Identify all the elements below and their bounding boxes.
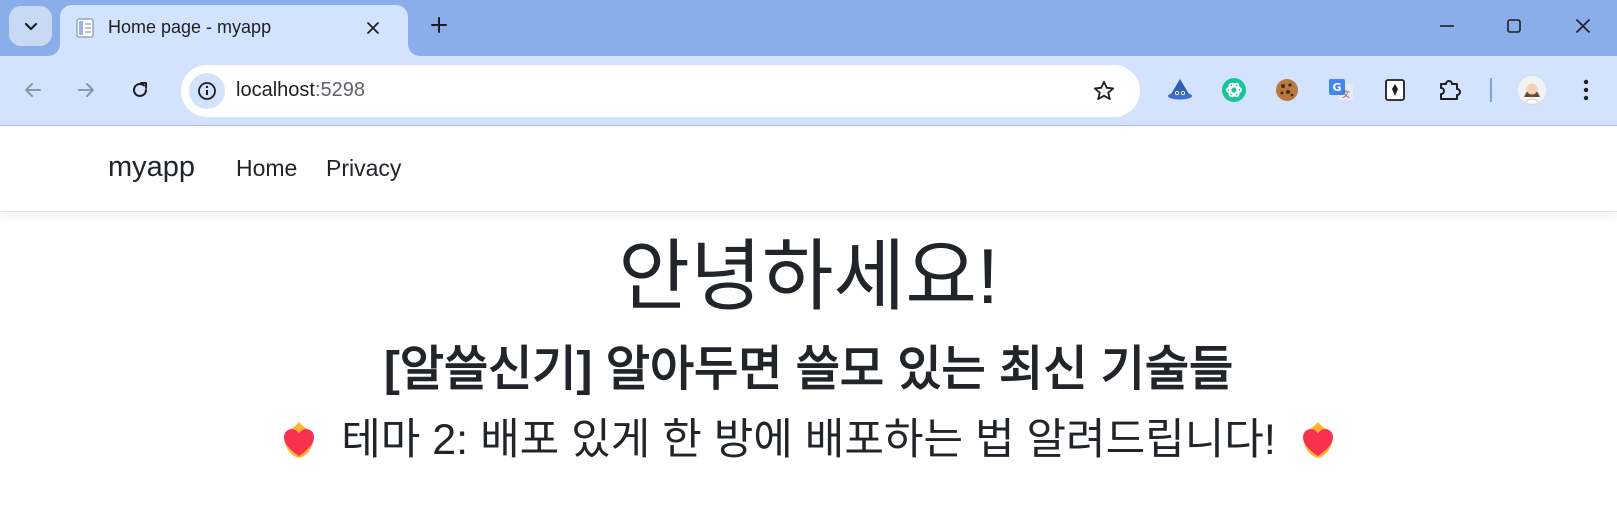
heart-on-fire-icon — [1302, 422, 1333, 458]
page-subheading: [알쓸신기] 알아두면 쓸모 있는 최신 기술들 — [383, 343, 1234, 396]
browser-menu-button[interactable] — [1568, 72, 1604, 108]
plus-icon — [431, 17, 447, 33]
reload-icon — [133, 82, 147, 97]
extension-wizard-button[interactable] — [1162, 72, 1198, 108]
minimize-button[interactable] — [1424, 8, 1470, 44]
new-tab-button[interactable] — [424, 10, 454, 40]
extension-translate-button[interactable]: G文 — [1323, 72, 1359, 108]
back-button[interactable] — [13, 70, 53, 110]
wizard-hat-icon — [1168, 79, 1192, 100]
page-icon — [76, 18, 94, 38]
cookie-icon — [1276, 79, 1298, 101]
back-arrow-icon — [25, 83, 41, 97]
toolbar-separator — [1490, 78, 1492, 102]
profile-button[interactable] — [1514, 72, 1550, 108]
navbar-brand[interactable]: myapp — [108, 151, 195, 184]
tab-close-button[interactable] — [360, 15, 386, 41]
kebab-menu-icon — [1583, 79, 1589, 101]
nav-link-privacy[interactable]: Privacy — [326, 155, 401, 182]
theme-line: 테마 2: 배포 있게 한 방에 배포하는 법 알려드립니다! — [0, 418, 1617, 462]
url-text[interactable]: localhost:5298 — [236, 79, 365, 102]
close-window-button[interactable] — [1560, 8, 1606, 44]
nav-link-home[interactable]: Home — [236, 155, 297, 182]
minimize-icon — [1440, 25, 1454, 27]
reload-button[interactable] — [120, 70, 160, 110]
translate-icon: G文 — [1329, 79, 1353, 100]
extension-cookie-button[interactable] — [1269, 72, 1305, 108]
star-icon — [1093, 80, 1115, 100]
page-heading: 안녕하세요! — [618, 232, 999, 320]
browser-tabstrip: Home page - myapp — [0, 0, 1617, 56]
browser-tab-active[interactable]: Home page - myapp — [60, 5, 408, 56]
extensions-menu-button[interactable] — [1431, 72, 1467, 108]
tab-title: Home page - myapp — [108, 17, 272, 37]
url-host: localhost — [236, 79, 315, 101]
extension-chatgpt-button[interactable] — [1216, 72, 1252, 108]
close-icon — [367, 22, 379, 34]
heart-on-fire-icon — [284, 422, 315, 458]
close-icon — [1575, 18, 1591, 34]
browser-toolbar: localhost:5298 G文 — [0, 56, 1617, 126]
info-icon — [198, 82, 216, 100]
forward-button[interactable] — [66, 70, 106, 110]
chevron-down-icon — [24, 22, 37, 31]
maximize-button[interactable] — [1491, 8, 1537, 44]
site-navbar: myapp Home Privacy — [0, 127, 1617, 212]
chatgpt-icon — [1222, 78, 1246, 102]
site-info-button[interactable] — [189, 73, 225, 109]
url-port: :5298 — [314, 79, 365, 101]
avatar — [1518, 76, 1546, 105]
forward-arrow-icon — [78, 83, 94, 97]
tab-search-button[interactable] — [9, 6, 52, 46]
main-content: 안녕하세요! [알쓸신기] 알아두면 쓸모 있는 최신 기술들 테마 2: 배포… — [0, 213, 1617, 516]
extension-vault-button[interactable] — [1377, 72, 1413, 108]
svg-text:G: G — [1332, 81, 1341, 94]
svg-text:文: 文 — [1342, 89, 1350, 99]
maximize-icon — [1507, 19, 1521, 33]
vault-icon — [1385, 79, 1405, 101]
theme-text: 테마 2: 배포 있게 한 방에 배포하는 법 알려드립니다! — [341, 415, 1276, 464]
address-bar[interactable]: localhost:5298 — [181, 65, 1140, 117]
bookmark-button[interactable] — [1090, 77, 1118, 105]
puzzle-icon — [1440, 80, 1461, 100]
